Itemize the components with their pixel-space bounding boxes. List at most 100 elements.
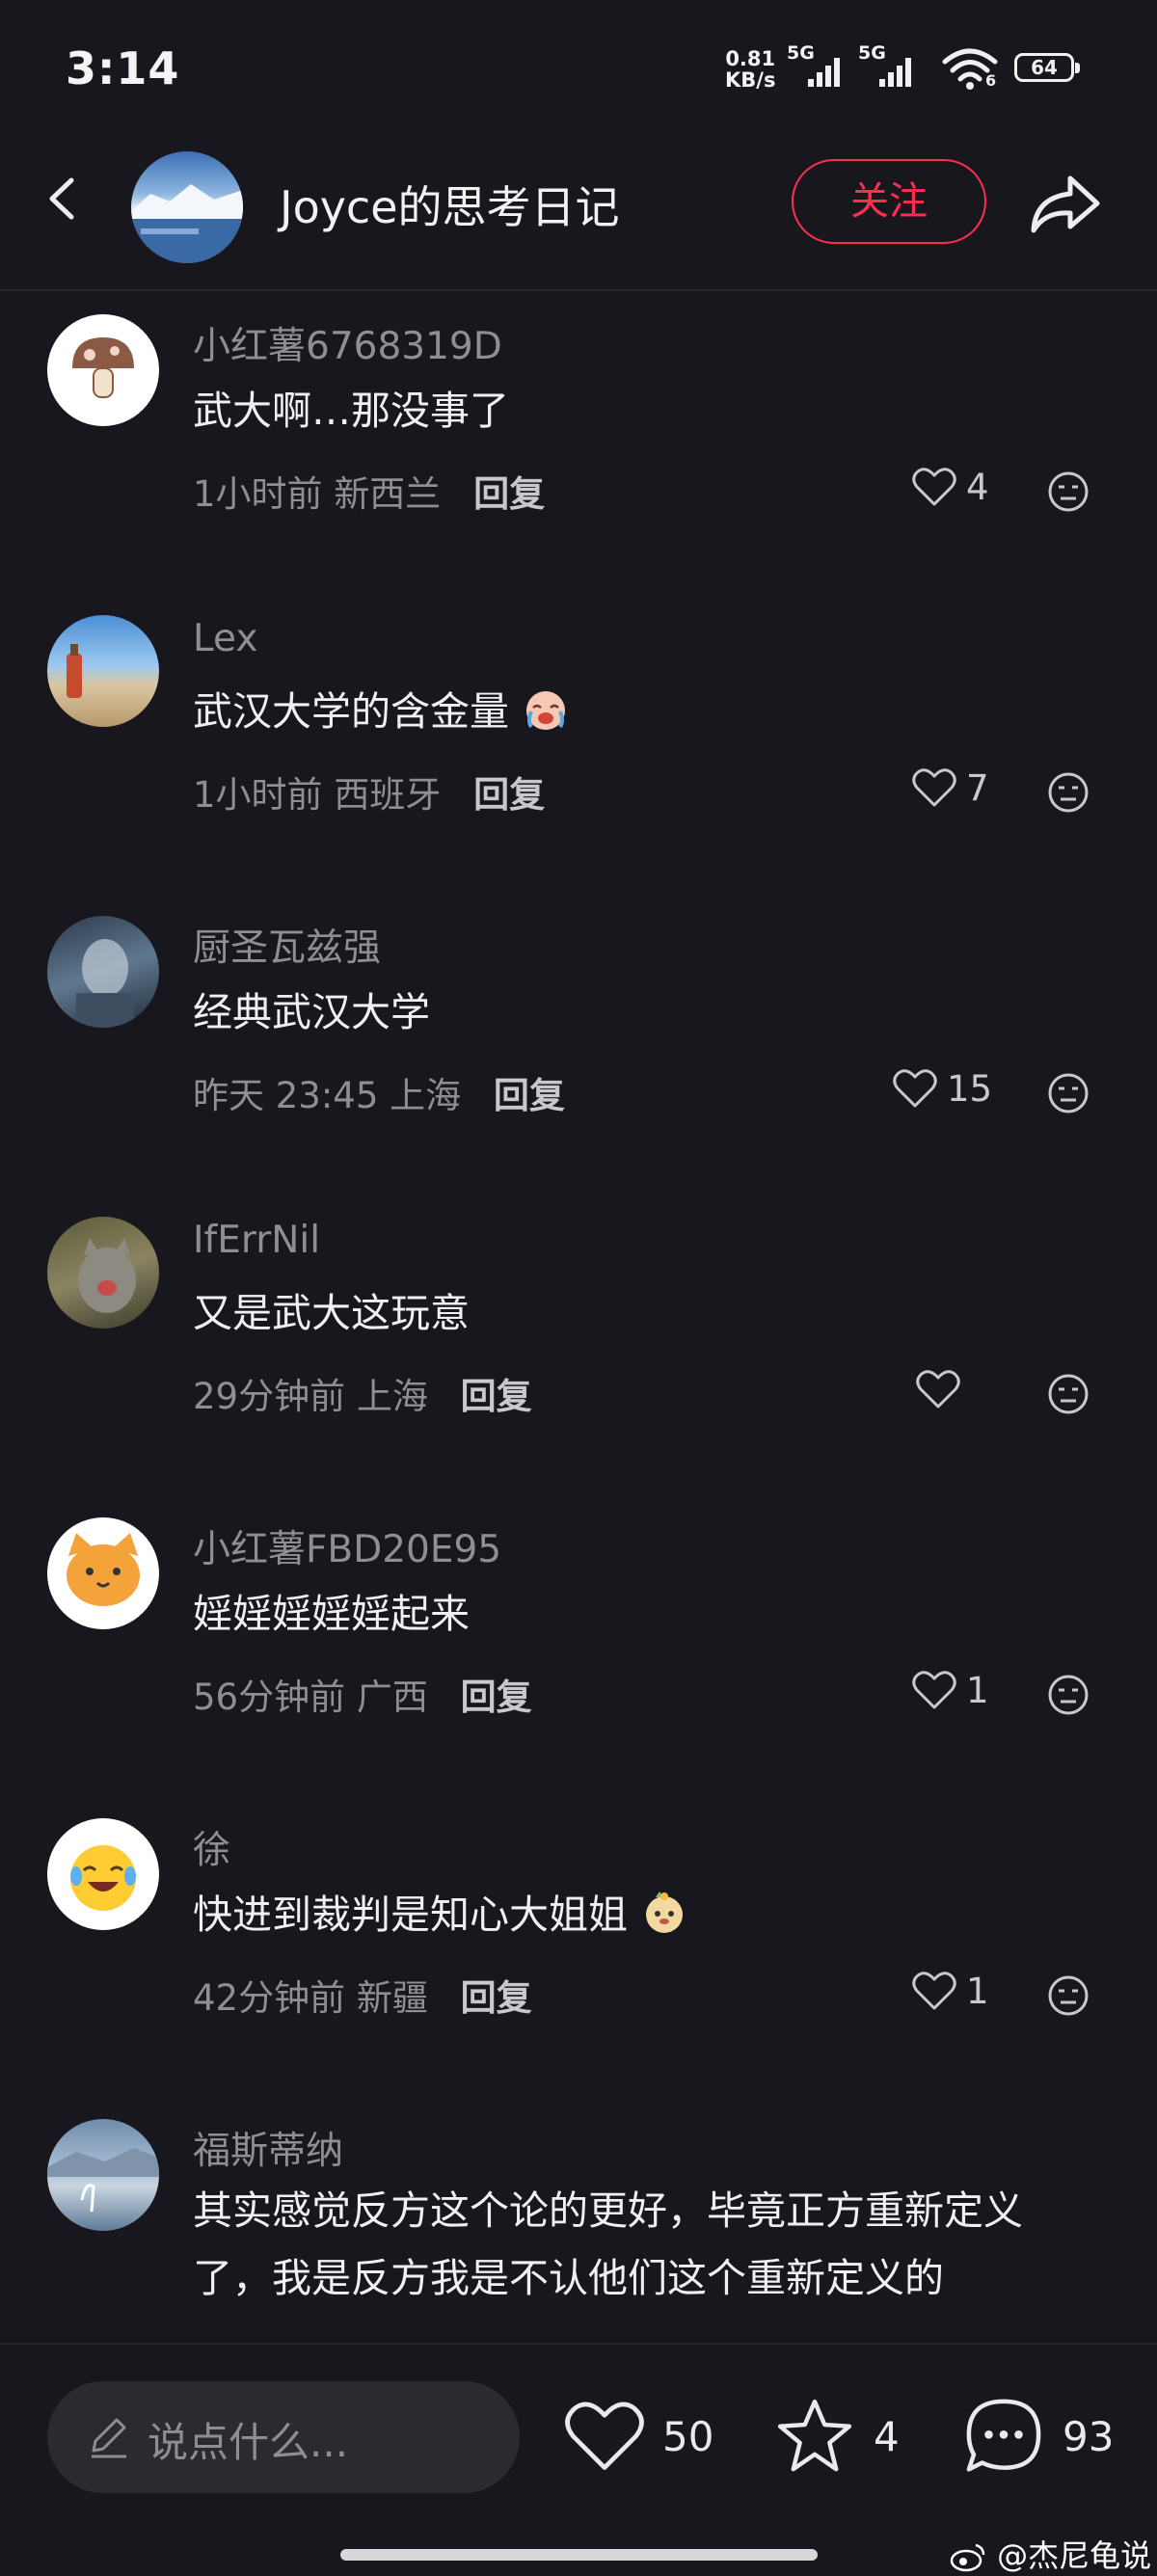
comment-like-button[interactable]: 15	[893, 1064, 992, 1113]
comment-input[interactable]: 说点什么...	[47, 2381, 520, 2493]
comment-like-button[interactable]: 1	[912, 1666, 989, 1714]
comment-location: 新西兰	[334, 473, 442, 515]
mushroom-icon	[72, 337, 134, 398]
reply-button[interactable]: 回复	[461, 1376, 532, 1417]
wifi-badge: 6	[985, 71, 997, 90]
reply-button[interactable]: 回复	[461, 1977, 532, 2019]
cat-face-icon	[67, 1533, 140, 1606]
reply-button[interactable]: 回复	[461, 1677, 532, 1718]
author-name[interactable]: Joyce的思考日记	[280, 173, 620, 236]
comment-text[interactable]: 又是武大这玩意	[193, 1286, 470, 1340]
post-comment-count: 93	[1063, 2412, 1115, 2460]
user-avatar[interactable]	[47, 1818, 159, 1930]
comment-meta: 56分钟前 广西 回复	[193, 1668, 532, 1720]
heart-icon	[912, 468, 956, 506]
comment-like-button[interactable]: 7	[912, 764, 989, 812]
battery-level: 64	[1031, 56, 1058, 79]
reply-button[interactable]: 回复	[473, 774, 545, 816]
comment-item: Lex 武汉大学的含金量 1小时前 西班牙 回复 7	[0, 592, 1157, 893]
share-icon[interactable]	[1026, 167, 1103, 244]
dislike-face-icon[interactable]	[1047, 1072, 1090, 1114]
reply-button[interactable]: 回复	[473, 473, 545, 515]
user-avatar[interactable]	[47, 916, 159, 1028]
comment-text[interactable]: 武大啊…那没事了	[193, 384, 509, 438]
comment-location: 新疆	[356, 1977, 428, 2019]
comment-username[interactable]: IfErrNil	[193, 1219, 320, 1262]
heart-icon	[916, 1370, 960, 1409]
post-like-button[interactable]: 50	[564, 2393, 713, 2480]
comment-location: 上海	[390, 1075, 462, 1116]
user-avatar[interactable]	[47, 1517, 159, 1629]
user-avatar[interactable]	[47, 1217, 159, 1328]
comment-item: 小红薯FBD20E95 婬婬婬婬婬起来 56分钟前 广西 回复 1	[0, 1494, 1157, 1795]
comment-time: 昨天 23:45	[193, 1075, 379, 1116]
comment-username[interactable]: 福斯蒂纳	[193, 2121, 343, 2175]
comment-time: 56分钟前	[193, 1677, 346, 1718]
comment-username[interactable]: 厨圣瓦兹强	[193, 918, 381, 972]
heart-icon	[893, 1069, 937, 1108]
post-like-count: 50	[662, 2412, 714, 2460]
comment-username[interactable]: Lex	[193, 617, 257, 660]
beach-avatar-image	[67, 644, 82, 698]
like-count: 4	[966, 466, 989, 508]
comment-location: 西班牙	[334, 774, 442, 816]
comment-meta: 昨天 23:45 上海 回复	[193, 1066, 565, 1118]
comment-item: 小红薯6768319D 武大啊…那没事了 1小时前 新西兰 回复 4	[0, 291, 1157, 592]
dislike-face-icon[interactable]	[1047, 1674, 1090, 1716]
comment-username[interactable]: 小红薯FBD20E95	[193, 1519, 501, 1573]
follow-button[interactable]: 关注	[792, 159, 986, 244]
comment-like-button[interactable]: 4	[912, 463, 989, 511]
crying-laugh-emoji-icon	[526, 691, 566, 730]
post-comment-button[interactable]: 93	[962, 2393, 1114, 2480]
like-count: 1	[966, 1970, 989, 2012]
user-avatar[interactable]	[47, 314, 159, 426]
comment-text[interactable]: 快进到裁判是知心大姐姐	[193, 1888, 688, 1942]
comment-item: 徐 快进到裁判是知心大姐姐 42分钟前 新疆 回复 1	[0, 1795, 1157, 2096]
network-speed: 0.81 KB/s	[725, 48, 775, 91]
status-time: 3:14	[66, 42, 180, 94]
comment-location: 广西	[356, 1677, 428, 1718]
comment-text[interactable]: 经典武汉大学	[193, 985, 430, 1039]
heart-icon	[912, 1671, 956, 1709]
home-indicator[interactable]	[340, 2549, 818, 2561]
portrait-avatar-image	[76, 939, 134, 1028]
back-arrow-icon[interactable]	[39, 174, 87, 223]
post-favorite-button[interactable]: 4	[773, 2393, 900, 2480]
comment-username[interactable]: 小红薯6768319D	[193, 316, 502, 370]
heart-icon	[912, 768, 956, 807]
cute-animal-emoji-icon	[646, 1892, 684, 1933]
comment-time: 42分钟前	[193, 1977, 346, 2019]
weibo-icon	[950, 2543, 985, 2572]
comment-text[interactable]: 婬婬婬婬婬起来	[193, 1587, 470, 1641]
comment-meta: 42分钟前 新疆 回复	[193, 1969, 532, 2021]
comment-item: IfErrNil 又是武大这玩意 29分钟前 上海 回复	[0, 1194, 1157, 1494]
dislike-face-icon[interactable]	[1047, 470, 1090, 513]
comment-like-button[interactable]	[916, 1365, 970, 1413]
comment-username[interactable]: 徐	[193, 1820, 230, 1874]
heart-icon	[912, 1972, 956, 2010]
author-avatar[interactable]	[131, 151, 243, 263]
user-avatar[interactable]	[47, 615, 159, 727]
reply-button[interactable]: 回复	[494, 1075, 565, 1116]
chat-bubble-icon	[966, 2399, 1041, 2472]
comment-text[interactable]: 武汉大学的含金量	[193, 684, 570, 738]
comment-input-placeholder: 说点什么...	[148, 2419, 349, 2466]
comment-text-line: 其实感觉反方这个论的更好，毕竟正方重新定义	[193, 2187, 1023, 2234]
comment-text-line: 了，我是反方我是不认他们这个重新定义的	[193, 2255, 944, 2301]
comment-text-content: 快进到裁判是知心大姐姐	[193, 1892, 628, 1938]
like-count: 15	[947, 1067, 993, 1110]
signal-bars-icon	[808, 58, 840, 87]
dislike-face-icon[interactable]	[1047, 771, 1090, 814]
comment-item: 福斯蒂纳 其实感觉反方这个论的更好，毕竟正方重新定义 了，我是反方我是不认他们这…	[0, 2096, 1157, 2343]
post-header: Joyce的思考日记 关注	[0, 140, 1157, 290]
dislike-face-icon[interactable]	[1047, 1974, 1090, 2017]
lake-avatar-image	[47, 2148, 159, 2213]
dislike-face-icon[interactable]	[1047, 1373, 1090, 1415]
comment-like-button[interactable]: 1	[912, 1967, 989, 2015]
star-icon	[777, 2399, 852, 2472]
comment-text[interactable]: 其实感觉反方这个论的更好，毕竟正方重新定义 了，我是反方我是不认他们这个重新定义…	[193, 2177, 1023, 2312]
user-avatar[interactable]	[47, 2119, 159, 2231]
comment-meta: 1小时前 西班牙 回复	[193, 765, 545, 818]
laughing-face-icon	[70, 1845, 136, 1911]
signal-bars-icon	[879, 58, 911, 87]
